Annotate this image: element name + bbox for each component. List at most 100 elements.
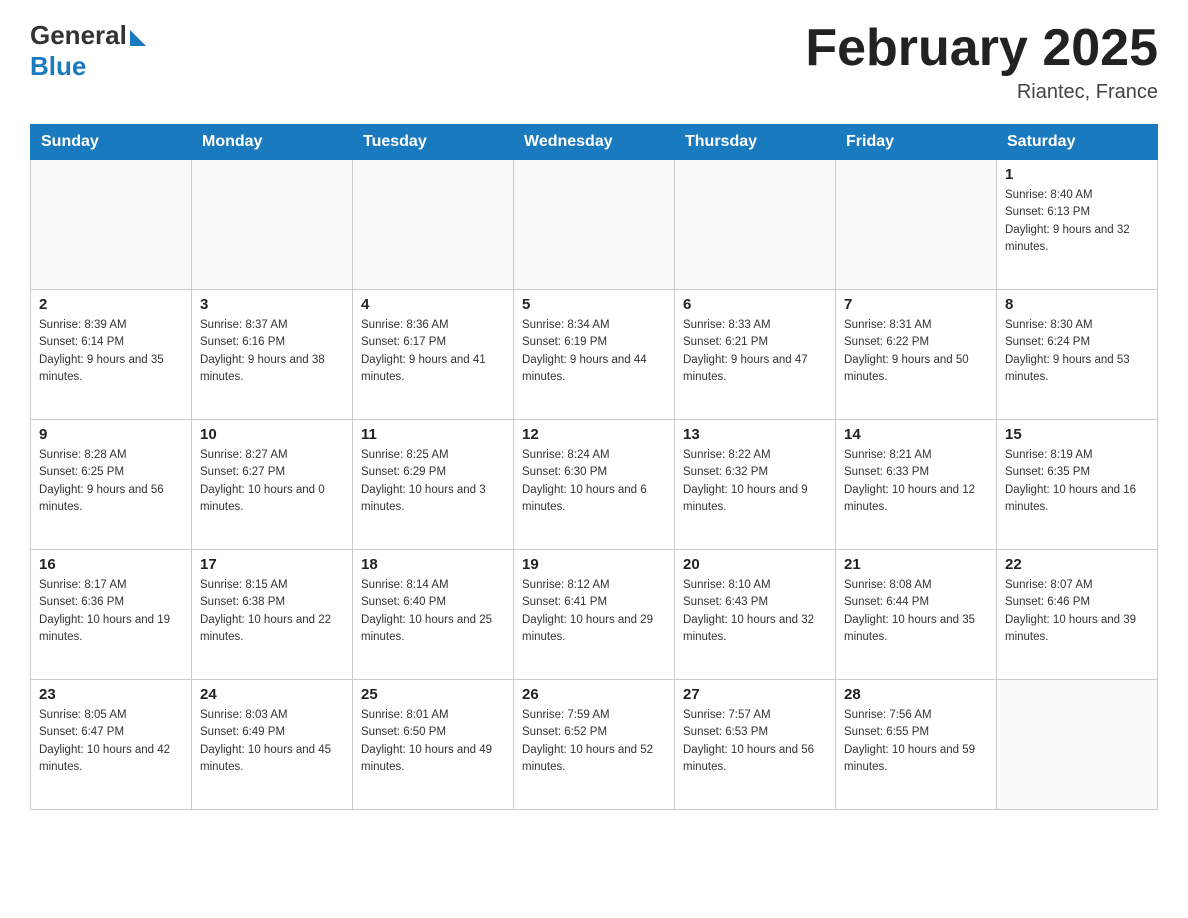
table-row: 25 Sunrise: 8:01 AMSunset: 6:50 PMDayligh…: [353, 680, 514, 810]
table-row: 21 Sunrise: 8:08 AMSunset: 6:44 PMDayligh…: [836, 550, 997, 680]
table-row: 26 Sunrise: 7:59 AMSunset: 6:52 PMDayligh…: [514, 680, 675, 810]
calendar-week-row: 23 Sunrise: 8:05 AMSunset: 6:47 PMDayligh…: [31, 680, 1158, 810]
table-row: 19 Sunrise: 8:12 AMSunset: 6:41 PMDayligh…: [514, 550, 675, 680]
day-info: Sunrise: 7:56 AMSunset: 6:55 PMDaylight:…: [844, 707, 988, 776]
day-number: 23: [39, 686, 183, 703]
day-number: 28: [844, 686, 988, 703]
day-info: Sunrise: 8:07 AMSunset: 6:46 PMDaylight:…: [1005, 577, 1149, 646]
table-row: 8 Sunrise: 8:30 AMSunset: 6:24 PMDaylight…: [997, 290, 1158, 420]
day-number: 11: [361, 426, 505, 443]
table-row: 10Sunrise: 8:27 AMSunset: 6:27 PMDayligh…: [192, 420, 353, 550]
table-row: 11 Sunrise: 8:25 AMSunset: 6:29 PMDayligh…: [353, 420, 514, 550]
col-monday: Monday: [192, 125, 353, 160]
day-number: 12: [522, 426, 666, 443]
day-number: 19: [522, 556, 666, 573]
table-row: [675, 160, 836, 290]
col-sunday: Sunday: [31, 125, 192, 160]
day-info: Sunrise: 7:57 AMSunset: 6:53 PMDaylight:…: [683, 707, 827, 776]
day-number: 14: [844, 426, 988, 443]
calendar-week-row: 16Sunrise: 8:17 AMSunset: 6:36 PMDayligh…: [31, 550, 1158, 680]
day-number: 5: [522, 296, 666, 313]
table-row: 23 Sunrise: 8:05 AMSunset: 6:47 PMDayligh…: [31, 680, 192, 810]
day-info: Sunrise: 8:33 AMSunset: 6:21 PMDaylight:…: [683, 317, 827, 386]
table-row: 18 Sunrise: 8:14 AMSunset: 6:40 PMDayligh…: [353, 550, 514, 680]
day-info: Sunrise: 8:30 AMSunset: 6:24 PMDaylight:…: [1005, 317, 1149, 386]
table-row: 5 Sunrise: 8:34 AMSunset: 6:19 PMDaylight…: [514, 290, 675, 420]
day-number: 7: [844, 296, 988, 313]
day-number: 10: [200, 426, 344, 443]
day-info: Sunrise: 8:08 AMSunset: 6:44 PMDaylight:…: [844, 577, 988, 646]
day-info: Sunrise: 8:40 AMSunset: 6:13 PMDaylight:…: [1005, 187, 1149, 256]
table-row: 17 Sunrise: 8:15 AMSunset: 6:38 PMDayligh…: [192, 550, 353, 680]
day-number: 4: [361, 296, 505, 313]
logo-blue-text: Blue: [30, 51, 146, 82]
table-row: [836, 160, 997, 290]
day-number: 26: [522, 686, 666, 703]
calendar-week-row: 2 Sunrise: 8:39 AMSunset: 6:14 PMDaylight…: [31, 290, 1158, 420]
day-number: 24: [200, 686, 344, 703]
calendar-week-row: 1 Sunrise: 8:40 AMSunset: 6:13 PMDaylight…: [31, 160, 1158, 290]
day-number: 25: [361, 686, 505, 703]
day-number: 27: [683, 686, 827, 703]
day-info: Sunrise: 8:19 AMSunset: 6:35 PMDaylight:…: [1005, 447, 1149, 516]
col-friday: Friday: [836, 125, 997, 160]
table-row: 4 Sunrise: 8:36 AMSunset: 6:17 PMDaylight…: [353, 290, 514, 420]
day-number: 15: [1005, 426, 1149, 443]
day-info: Sunrise: 8:05 AMSunset: 6:47 PMDaylight:…: [39, 707, 183, 776]
day-number: 16: [39, 556, 183, 573]
day-number: 18: [361, 556, 505, 573]
day-number: 2: [39, 296, 183, 313]
table-row: [997, 680, 1158, 810]
day-number: 3: [200, 296, 344, 313]
table-row: 9 Sunrise: 8:28 AMSunset: 6:25 PMDaylight…: [31, 420, 192, 550]
day-number: 21: [844, 556, 988, 573]
logo: General Blue: [30, 20, 146, 82]
day-info: Sunrise: 8:15 AMSunset: 6:38 PMDaylight:…: [200, 577, 344, 646]
day-info: Sunrise: 8:03 AMSunset: 6:49 PMDaylight:…: [200, 707, 344, 776]
day-info: Sunrise: 8:22 AMSunset: 6:32 PMDaylight:…: [683, 447, 827, 516]
title-block: February 2025 Riantec, France: [805, 20, 1158, 104]
table-row: 3 Sunrise: 8:37 AMSunset: 6:16 PMDaylight…: [192, 290, 353, 420]
table-row: 28 Sunrise: 7:56 AMSunset: 6:55 PMDayligh…: [836, 680, 997, 810]
day-number: 9: [39, 426, 183, 443]
day-number: 20: [683, 556, 827, 573]
day-info: Sunrise: 8:25 AMSunset: 6:29 PMDaylight:…: [361, 447, 505, 516]
day-number: 6: [683, 296, 827, 313]
table-row: 12Sunrise: 8:24 AMSunset: 6:30 PMDayligh…: [514, 420, 675, 550]
day-info: Sunrise: 8:10 AMSunset: 6:43 PMDaylight:…: [683, 577, 827, 646]
day-number: 8: [1005, 296, 1149, 313]
table-row: 20 Sunrise: 8:10 AMSunset: 6:43 PMDayligh…: [675, 550, 836, 680]
day-number: 22: [1005, 556, 1149, 573]
day-number: 13: [683, 426, 827, 443]
day-number: 17: [200, 556, 344, 573]
table-row: 6 Sunrise: 8:33 AMSunset: 6:21 PMDaylight…: [675, 290, 836, 420]
day-info: Sunrise: 8:14 AMSunset: 6:40 PMDaylight:…: [361, 577, 505, 646]
day-info: Sunrise: 8:34 AMSunset: 6:19 PMDaylight:…: [522, 317, 666, 386]
day-info: Sunrise: 7:59 AMSunset: 6:52 PMDaylight:…: [522, 707, 666, 776]
day-info: Sunrise: 8:37 AMSunset: 6:16 PMDaylight:…: [200, 317, 344, 386]
table-row: 16Sunrise: 8:17 AMSunset: 6:36 PMDayligh…: [31, 550, 192, 680]
table-row: 14Sunrise: 8:21 AMSunset: 6:33 PMDayligh…: [836, 420, 997, 550]
table-row: 27 Sunrise: 7:57 AMSunset: 6:53 PMDayligh…: [675, 680, 836, 810]
table-row: [514, 160, 675, 290]
calendar-table: Sunday Monday Tuesday Wednesday Thursday…: [30, 124, 1158, 810]
table-row: 15 Sunrise: 8:19 AMSunset: 6:35 PMDayligh…: [997, 420, 1158, 550]
day-info: Sunrise: 8:01 AMSunset: 6:50 PMDaylight:…: [361, 707, 505, 776]
col-wednesday: Wednesday: [514, 125, 675, 160]
table-row: 22 Sunrise: 8:07 AMSunset: 6:46 PMDayligh…: [997, 550, 1158, 680]
day-info: Sunrise: 8:28 AMSunset: 6:25 PMDaylight:…: [39, 447, 183, 516]
table-row: 13 Sunrise: 8:22 AMSunset: 6:32 PMDayligh…: [675, 420, 836, 550]
day-info: Sunrise: 8:39 AMSunset: 6:14 PMDaylight:…: [39, 317, 183, 386]
table-row: 24 Sunrise: 8:03 AMSunset: 6:49 PMDayligh…: [192, 680, 353, 810]
logo-arrow-icon: [130, 30, 146, 46]
day-info: Sunrise: 8:31 AMSunset: 6:22 PMDaylight:…: [844, 317, 988, 386]
month-title: February 2025: [805, 20, 1158, 77]
calendar-header-row: Sunday Monday Tuesday Wednesday Thursday…: [31, 125, 1158, 160]
day-info: Sunrise: 8:36 AMSunset: 6:17 PMDaylight:…: [361, 317, 505, 386]
day-info: Sunrise: 8:12 AMSunset: 6:41 PMDaylight:…: [522, 577, 666, 646]
calendar-week-row: 9 Sunrise: 8:28 AMSunset: 6:25 PMDaylight…: [31, 420, 1158, 550]
col-thursday: Thursday: [675, 125, 836, 160]
table-row: 2 Sunrise: 8:39 AMSunset: 6:14 PMDaylight…: [31, 290, 192, 420]
table-row: [31, 160, 192, 290]
day-number: 1: [1005, 166, 1149, 183]
